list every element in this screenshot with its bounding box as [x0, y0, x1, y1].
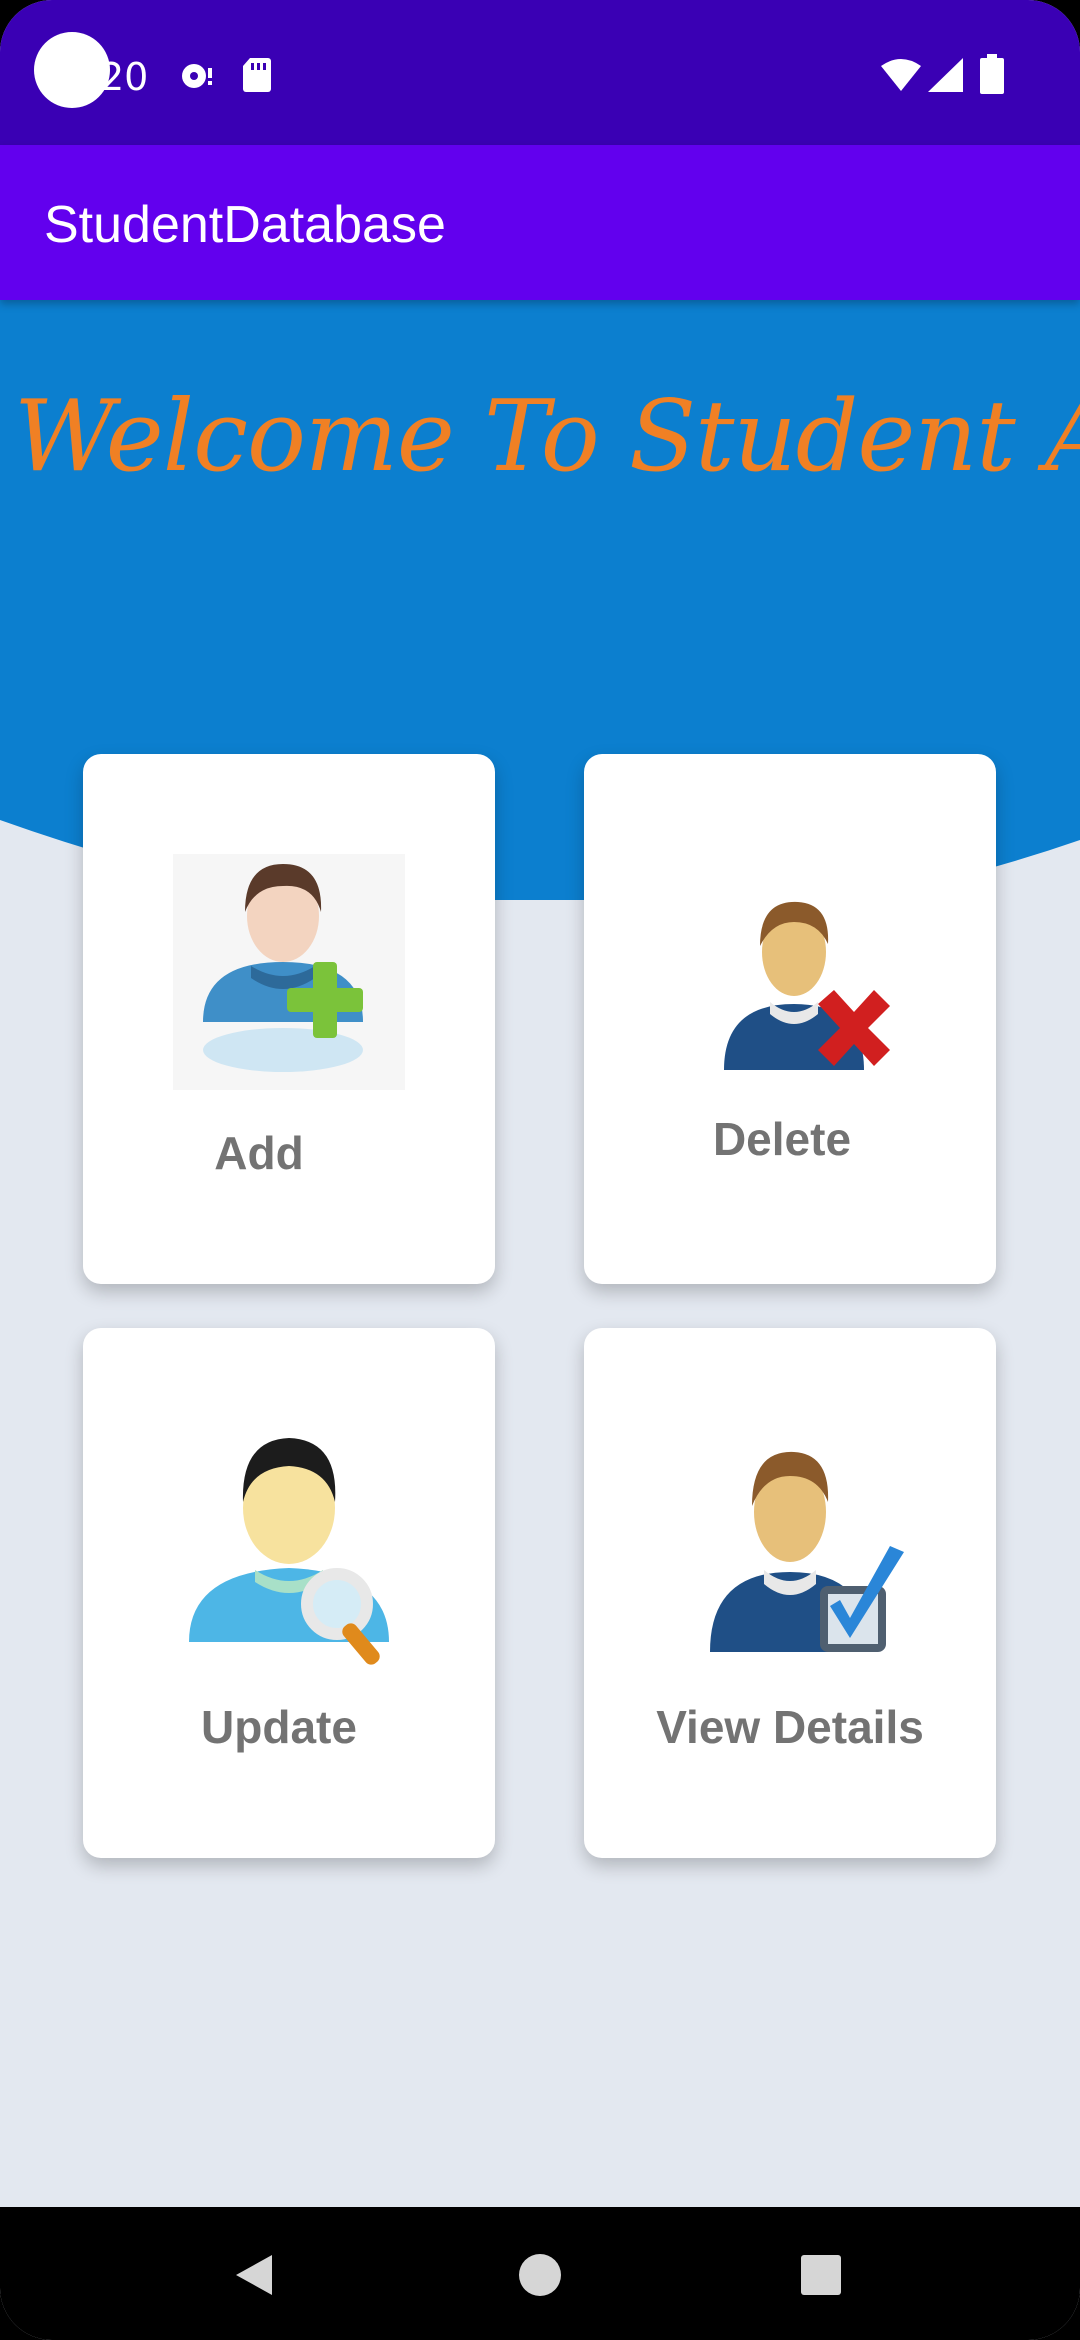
search-student-icon	[189, 1438, 389, 1665]
delete-student-icon	[724, 901, 890, 1070]
signal-icon	[928, 58, 963, 92]
phone-screen: 20 StudentDatabase Welcome To Student Ad…	[0, 0, 1080, 2340]
update-label: Update	[201, 1701, 357, 1753]
view-details-card[interactable]: View Details	[584, 1328, 996, 1858]
add-student-icon	[173, 854, 405, 1090]
delete-label: Delete	[712, 1113, 852, 1165]
view-details-label: View Details	[656, 1701, 924, 1753]
status-bar: 20	[0, 0, 1080, 145]
update-card[interactable]: Update	[83, 1328, 495, 1858]
delete-card[interactable]: Delete	[584, 754, 996, 1284]
app-bar: StudentDatabase	[0, 145, 1080, 300]
back-icon[interactable]	[234, 2253, 274, 2297]
home-icon[interactable]	[518, 2253, 562, 2297]
battery-icon	[980, 54, 1004, 94]
recents-icon[interactable]	[800, 2254, 842, 2296]
add-card[interactable]: Add	[83, 754, 495, 1284]
wifi-icon	[881, 59, 921, 91]
view-details-icon	[710, 1451, 904, 1652]
status-time: 20	[100, 55, 149, 99]
add-label: Add	[214, 1127, 304, 1179]
app-title: StudentDatabase	[44, 196, 446, 254]
navigation-bar	[0, 2207, 1080, 2340]
camera-cutout	[34, 32, 110, 108]
media-icon	[182, 64, 212, 88]
sd-card-icon	[243, 58, 271, 92]
welcome-text: Welcome To Student App :	[14, 380, 1080, 494]
